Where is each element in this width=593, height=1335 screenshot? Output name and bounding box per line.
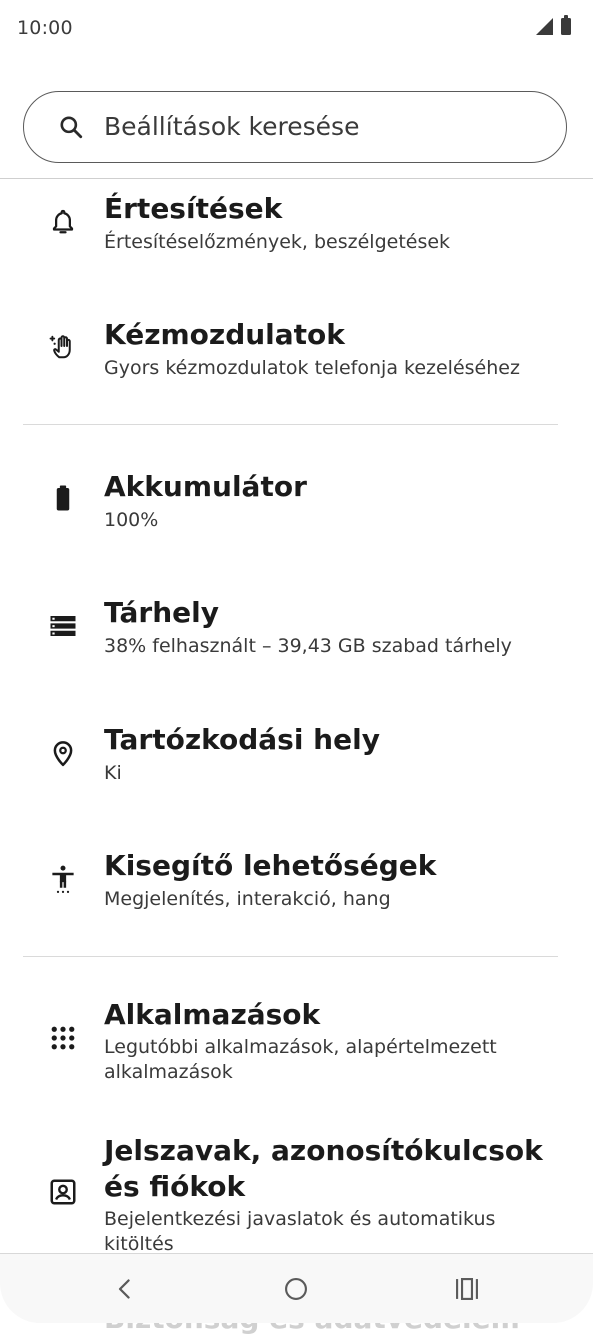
section-divider (23, 956, 558, 957)
settings-item-title: Kézmozdulatok (104, 318, 345, 351)
settings-item-passwords-accounts[interactable]: Jelszavak, azonosítókulcsok és fiókok Be… (0, 1127, 593, 1255)
apps-grid-icon (51, 1026, 75, 1050)
settings-item-subtitle: 38% felhasznált – 39,43 GB szabad tárhel… (104, 635, 512, 657)
recents-icon[interactable] (450, 1272, 484, 1306)
settings-item-accessibility[interactable]: Kisegítő lehetőségek Megjelenítés, inter… (0, 836, 593, 956)
settings-item-subtitle: Gyors kézmozdulatok telefonja kezeléséhe… (104, 357, 520, 379)
cell-signal-icon (536, 18, 553, 35)
location-pin-icon (53, 741, 73, 767)
accessibility-icon (52, 865, 74, 893)
settings-item-title: Értesítések (104, 192, 283, 225)
settings-item-title: Kisegítő lehetőségek (104, 849, 437, 882)
settings-item-location[interactable]: Tartózkodási hely Ki (0, 710, 593, 830)
search-input[interactable] (104, 92, 544, 161)
settings-item-subtitle: Ki (104, 762, 122, 784)
settings-item-storage[interactable]: Tárhely 38% felhasznált – 39,43 GB szaba… (0, 583, 593, 703)
settings-item-subtitle: 100% (104, 509, 159, 531)
settings-item-apps[interactable]: Alkalmazások Legutóbbi alkalmazások, ala… (0, 989, 593, 1115)
settings-item-gestures[interactable]: Kézmozdulatok Gyors kézmozdulatok telefo… (0, 305, 593, 425)
settings-item-title: Alkalmazások (104, 998, 321, 1031)
settings-item-battery[interactable]: Akkumulátor 100% (0, 457, 593, 577)
status-bar: 10:00 (0, 0, 593, 56)
settings-item-title: Tartózkodási hely (104, 723, 380, 756)
back-icon[interactable] (108, 1272, 142, 1306)
settings-item-subtitle: Értesítéselőzmények, beszélgetések (104, 231, 451, 253)
account-box-icon (50, 1179, 76, 1205)
search-icon (60, 116, 83, 139)
settings-item-subtitle: Legutóbbi alkalmazások, alapértelmezett … (104, 1036, 497, 1083)
navigation-bar (0, 1253, 593, 1323)
settings-item-subtitle: Megjelenítés, interakció, hang (104, 888, 391, 910)
status-icons (536, 15, 571, 35)
search-bar[interactable] (23, 91, 567, 163)
battery-icon (56, 485, 70, 511)
battery-status-icon (561, 15, 571, 35)
storage-icon (50, 616, 76, 636)
settings-item-title: Jelszavak, azonosítókulcsok és fiókok (104, 1134, 543, 1203)
home-icon[interactable] (279, 1272, 313, 1306)
settings-item-title: Tárhely (104, 596, 219, 629)
settings-item-title: Akkumulátor (104, 470, 307, 503)
bell-icon (52, 209, 74, 234)
settings-item-subtitle: Bejelentkezési javaslatok és automatikus… (104, 1208, 496, 1255)
hand-gesture-icon (49, 335, 71, 359)
settings-item-notifications[interactable]: Értesítések Értesítéselőzmények, beszélg… (0, 179, 593, 299)
section-divider (23, 424, 558, 425)
status-time: 10:00 (17, 17, 73, 39)
